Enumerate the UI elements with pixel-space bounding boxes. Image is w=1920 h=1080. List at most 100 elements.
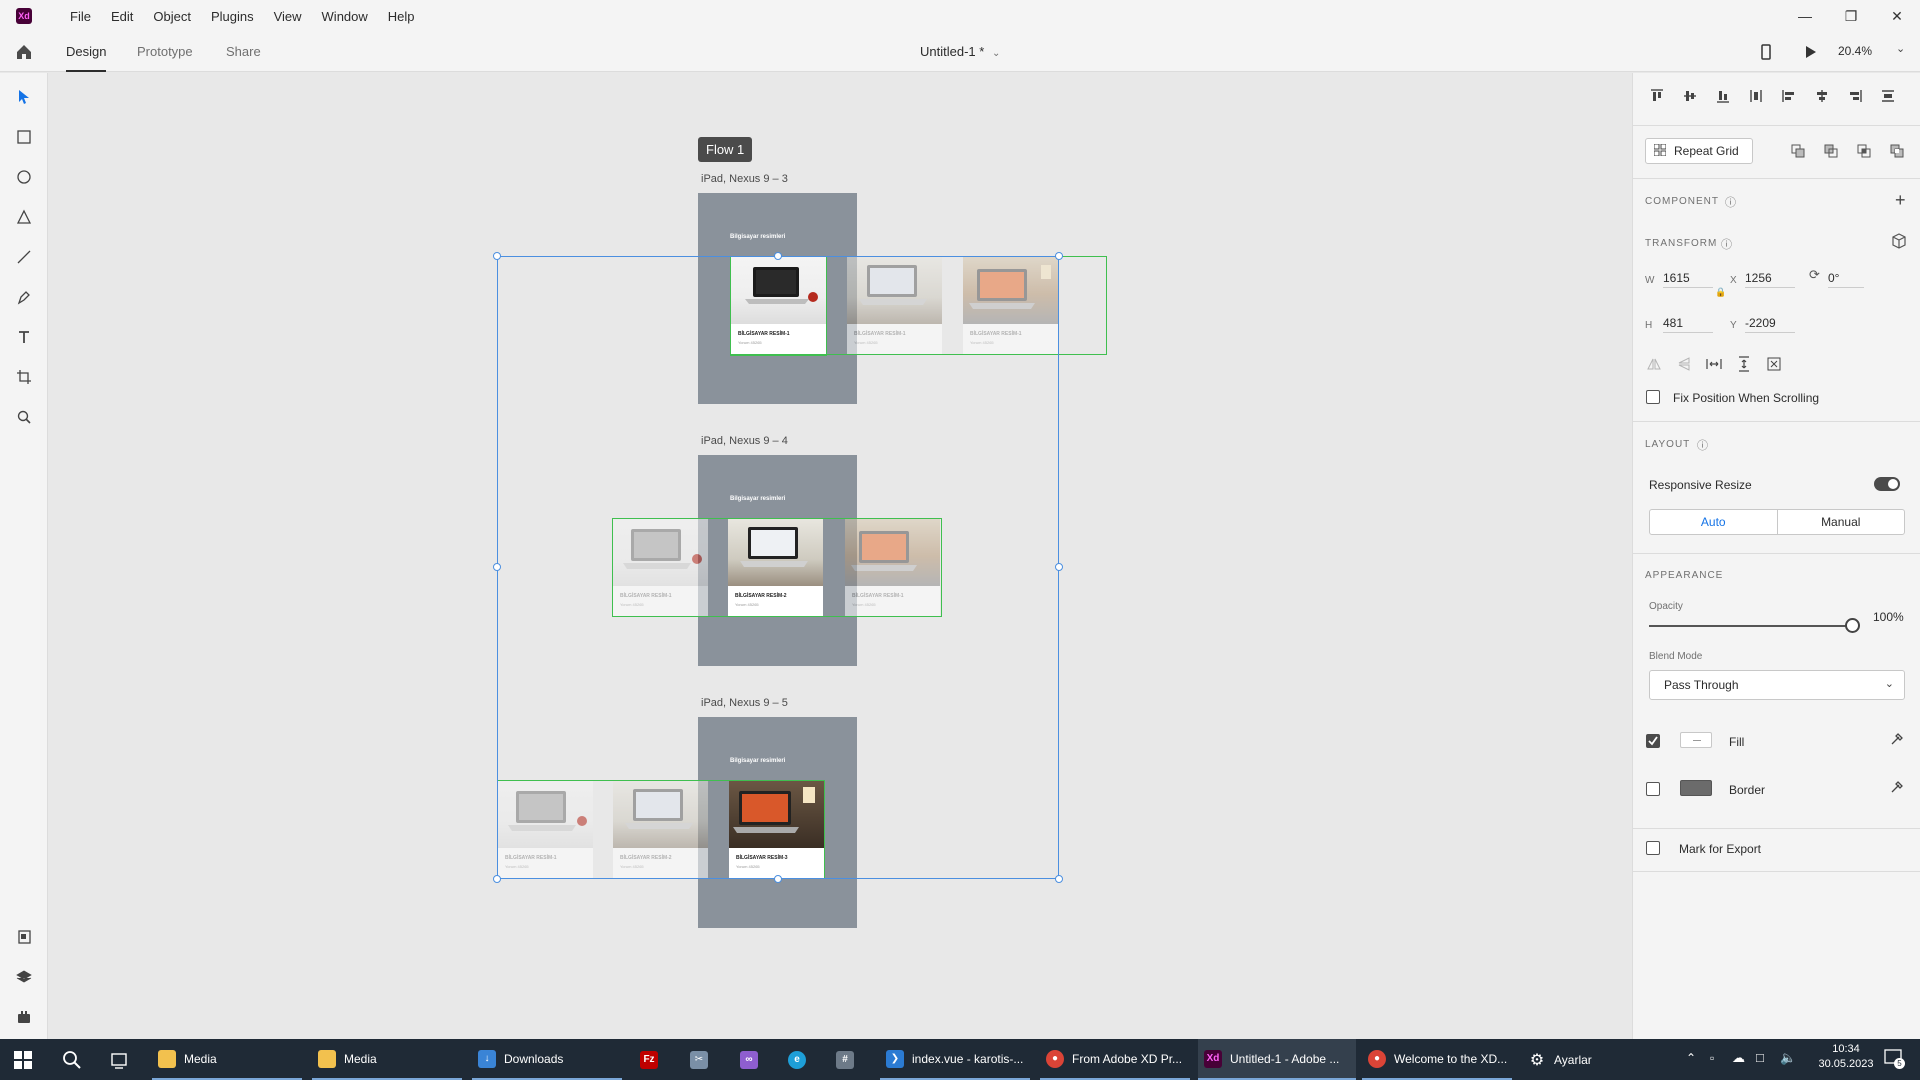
- border-color-swatch[interactable]: [1680, 780, 1712, 796]
- windows-start-icon[interactable]: [14, 1051, 32, 1072]
- flip-horizontal-icon[interactable]: [1643, 353, 1665, 375]
- menu-window[interactable]: Window: [312, 9, 378, 24]
- notification-icon[interactable]: 5: [1884, 1048, 1906, 1070]
- resize-handle[interactable]: [493, 252, 501, 260]
- resize-handle[interactable]: [1055, 563, 1063, 571]
- menu-plugins[interactable]: Plugins: [201, 9, 264, 24]
- flip-vertical-icon[interactable]: [1673, 353, 1695, 375]
- responsive-resize-toggle[interactable]: [1874, 477, 1900, 491]
- layers-icon[interactable]: [12, 965, 36, 989]
- lock-aspect-icon[interactable]: 🔒: [1715, 287, 1726, 298]
- zoom-level[interactable]: 20.4%: [1838, 44, 1872, 58]
- info-icon[interactable]: ⓘ: [1725, 194, 1736, 210]
- rectangle-tool-icon[interactable]: [12, 125, 36, 149]
- align-left-icon[interactable]: [1778, 85, 1800, 107]
- fit-content-icon[interactable]: [1763, 353, 1785, 375]
- taskbar-app-media[interactable]: Media: [312, 1039, 462, 1080]
- network-icon[interactable]: □: [1756, 1050, 1764, 1065]
- resize-handle[interactable]: [493, 563, 501, 571]
- filezilla-icon[interactable]: Fz: [640, 1039, 666, 1080]
- tab-prototype[interactable]: Prototype: [137, 32, 193, 72]
- selection-bounding-box[interactable]: [497, 256, 1059, 879]
- tab-share[interactable]: Share: [226, 32, 261, 72]
- fix-width-icon[interactable]: [1703, 353, 1725, 375]
- task-view-icon[interactable]: [110, 1051, 128, 1072]
- blend-mode-select[interactable]: Pass Through ⌄: [1649, 670, 1905, 700]
- fix-position-checkbox[interactable]: [1646, 390, 1660, 404]
- boolean-subtract-icon[interactable]: [1820, 140, 1842, 162]
- x-input[interactable]: 1256: [1745, 271, 1795, 288]
- auto-button[interactable]: Auto: [1650, 510, 1778, 534]
- align-top-icon[interactable]: [1646, 85, 1668, 107]
- rotation-input[interactable]: 0°: [1828, 271, 1864, 288]
- menu-edit[interactable]: Edit: [101, 9, 143, 24]
- flow-badge[interactable]: Flow 1: [698, 137, 753, 162]
- ellipse-tool-icon[interactable]: [12, 165, 36, 189]
- boolean-add-icon[interactable]: [1787, 140, 1809, 162]
- tab-design[interactable]: Design: [66, 32, 107, 72]
- resize-handle[interactable]: [1055, 252, 1063, 260]
- width-input[interactable]: 1615: [1663, 271, 1713, 288]
- taskbar-app-vscode[interactable]: ❯ index.vue - karotis-...: [880, 1039, 1030, 1080]
- clock[interactable]: 10:34 30.05.2023: [1812, 1043, 1880, 1070]
- mark-export-checkbox[interactable]: [1646, 841, 1660, 855]
- align-right-icon[interactable]: [1844, 85, 1866, 107]
- align-center-icon[interactable]: [1811, 85, 1833, 107]
- design-canvas[interactable]: Flow 1 iPad, Nexus 9 – 3 Bilgisayar resi…: [48, 73, 1632, 1039]
- zoom-tool-icon[interactable]: [12, 405, 36, 429]
- taskbar-app-chrome[interactable]: ● Welcome to the XD...: [1362, 1039, 1512, 1080]
- menu-help[interactable]: Help: [378, 9, 425, 24]
- taskbar-app-settings[interactable]: ⚙ Ayarlar: [1522, 1039, 1632, 1080]
- y-input[interactable]: -2209: [1745, 316, 1795, 333]
- tray-chevron-icon[interactable]: ⌃: [1686, 1051, 1696, 1065]
- eyedropper-icon[interactable]: [1889, 731, 1905, 750]
- distribute-horizontal-icon[interactable]: [1877, 85, 1899, 107]
- resize-handle[interactable]: [774, 875, 782, 883]
- menu-object[interactable]: Object: [143, 9, 201, 24]
- repeat-grid-button[interactable]: Repeat Grid: [1645, 138, 1753, 164]
- info-icon[interactable]: ⓘ: [1721, 236, 1732, 252]
- onedrive-icon[interactable]: ☁: [1732, 1050, 1745, 1066]
- select-tool-icon[interactable]: [12, 85, 36, 109]
- manual-button[interactable]: Manual: [1778, 510, 1905, 534]
- boolean-intersect-icon[interactable]: [1853, 140, 1875, 162]
- artboard-label[interactable]: iPad, Nexus 9 – 3: [701, 173, 788, 185]
- opacity-slider-thumb[interactable]: [1845, 618, 1860, 633]
- minimize-button[interactable]: —: [1782, 0, 1828, 32]
- device-preview-icon[interactable]: [1756, 42, 1776, 62]
- plugins-icon[interactable]: [12, 1005, 36, 1029]
- assets-icon[interactable]: [12, 925, 36, 949]
- resize-handle[interactable]: [1055, 875, 1063, 883]
- play-icon[interactable]: [1800, 42, 1820, 62]
- resize-handle[interactable]: [774, 252, 782, 260]
- polygon-tool-icon[interactable]: [12, 205, 36, 229]
- align-middle-icon[interactable]: [1679, 85, 1701, 107]
- text-tool-icon[interactable]: [12, 325, 36, 349]
- menu-view[interactable]: View: [264, 9, 312, 24]
- distribute-vertical-icon[interactable]: [1745, 85, 1767, 107]
- taskbar-app-chrome[interactable]: ● From Adobe XD Pr...: [1040, 1039, 1190, 1080]
- pen-tool-icon[interactable]: [12, 285, 36, 309]
- taskbar-app-downloads[interactable]: ↓ Downloads: [472, 1039, 622, 1080]
- fill-color-swatch[interactable]: [1680, 732, 1712, 748]
- align-bottom-icon[interactable]: [1712, 85, 1734, 107]
- volume-icon[interactable]: 🔈: [1780, 1050, 1796, 1066]
- menu-file[interactable]: File: [60, 9, 101, 24]
- artboard-tool-icon[interactable]: [12, 365, 36, 389]
- document-title[interactable]: Untitled-1 * ⌄: [920, 44, 1000, 59]
- taskbar-app-xd[interactable]: Xd Untitled-1 - Adobe ...: [1198, 1039, 1356, 1080]
- home-icon[interactable]: [14, 42, 34, 62]
- fill-checkbox[interactable]: [1646, 734, 1660, 748]
- eyedropper-icon[interactable]: [1889, 779, 1905, 798]
- opacity-value[interactable]: 100%: [1873, 610, 1904, 624]
- calculator-icon[interactable]: #: [836, 1039, 862, 1080]
- zoom-chevron-icon[interactable]: ⌄: [1896, 42, 1905, 55]
- resize-handle[interactable]: [493, 875, 501, 883]
- boolean-exclude-icon[interactable]: [1886, 140, 1908, 162]
- restore-button[interactable]: ❐: [1828, 0, 1874, 32]
- snipping-icon[interactable]: ✂: [690, 1039, 716, 1080]
- visual-studio-icon[interactable]: ∞: [740, 1039, 766, 1080]
- opacity-slider[interactable]: [1649, 625, 1852, 627]
- tray-device-icon[interactable]: ▫: [1710, 1051, 1714, 1065]
- search-icon[interactable]: [62, 1050, 82, 1073]
